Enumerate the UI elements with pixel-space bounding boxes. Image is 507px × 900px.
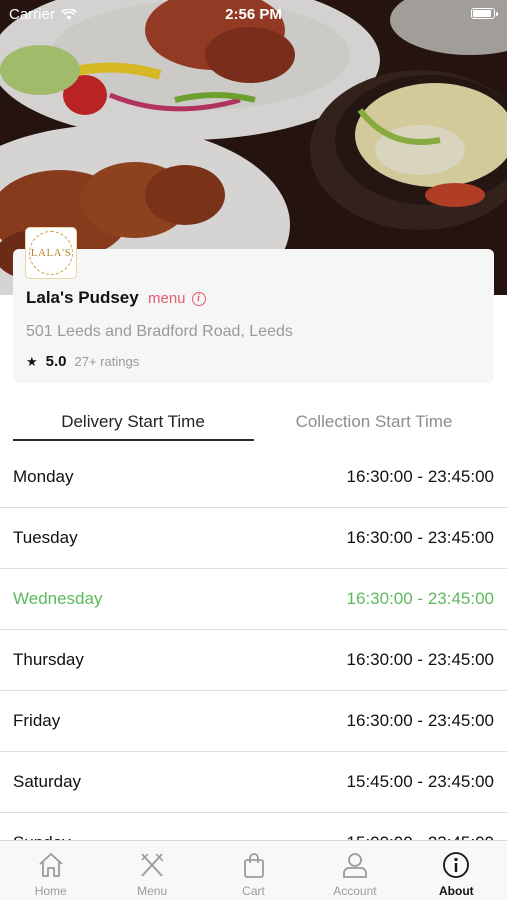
status-bar: Carrier 2:56 PM <box>0 0 507 28</box>
star-icon: ★ <box>26 354 38 369</box>
hours-label: 16:30:00 - 23:45:00 <box>346 650 494 669</box>
schedule-row-friday: Friday 16:30:00 - 23:45:00 <box>0 691 507 752</box>
logo-text: LALA'S <box>30 247 72 259</box>
tab-collection-start-time[interactable]: Collection Start Time <box>254 400 494 440</box>
status-time: 2:56 PM <box>225 6 282 23</box>
schedule-row-thursday: Thursday 16:30:00 - 23:45:00 <box>0 630 507 691</box>
schedule-row-saturday: Saturday 15:45:00 - 23:45:00 <box>0 752 507 813</box>
menu-link[interactable]: menu i <box>148 290 206 307</box>
day-label: Saturday <box>13 772 82 791</box>
fork-knife-icon <box>141 853 164 877</box>
restaurant-address: 501 Leeds and Bradford Road, Leeds <box>26 323 293 340</box>
restaurant-logo: LALA'S <box>26 228 76 278</box>
time-tabs: Delivery Start Time Collection Start Tim… <box>13 400 494 442</box>
schedule-row-wednesday: Wednesday 16:30:00 - 23:45:00 <box>0 569 507 630</box>
hours-label: 16:30:00 - 23:45:00 <box>346 528 494 547</box>
battery-icon <box>471 8 498 19</box>
tabbar-account-label: Account <box>333 884 377 898</box>
restaurant-name: Lala's Pudsey <box>26 288 139 307</box>
tabbar-home-label: Home <box>34 884 67 898</box>
logo-ring: LALA'S <box>29 231 73 275</box>
rating-row: ★ 5.0 27+ ratings <box>26 353 139 370</box>
user-icon <box>343 853 367 878</box>
opening-hours-list: Monday 16:30:00 - 23:45:00 Tuesday 16:30… <box>0 447 507 874</box>
hours-label: 16:30:00 - 23:45:00 <box>346 711 494 730</box>
tabbar-menu-label: Menu <box>137 884 168 898</box>
day-label: Thursday <box>13 650 84 669</box>
tab-delivery-start-time[interactable]: Delivery Start Time <box>13 400 253 440</box>
tabbar-menu[interactable]: Menu <box>101 841 202 900</box>
day-label: Monday <box>13 467 74 486</box>
tabbar-cart[interactable]: Cart <box>203 841 304 900</box>
day-label: Wednesday <box>13 589 103 608</box>
ratings-count: 27+ ratings <box>74 354 140 369</box>
day-label: Friday <box>13 711 61 730</box>
tabbar-cart-label: Cart <box>242 884 265 898</box>
restaurant-info-card: LALA'S Lala's Pudsey menu i 501 Leeds an… <box>13 228 494 383</box>
tabbar-home[interactable]: Home <box>0 841 101 900</box>
hours-label: 16:30:00 - 23:45:00 <box>346 467 494 486</box>
hours-label: 16:30:00 - 23:45:00 <box>346 589 494 608</box>
info-icon: i <box>191 291 206 306</box>
menu-link-label: menu <box>148 290 186 307</box>
bottom-tab-bar: Home Menu Cart Account About <box>0 840 507 900</box>
rating-value: 5.0 <box>45 353 67 370</box>
app-screen: Carrier 2:56 PM LALA'S Lala's Pudsey men… <box>0 0 507 900</box>
tabbar-about[interactable]: About <box>406 841 507 900</box>
info-icon <box>443 852 470 878</box>
tabbar-account[interactable]: Account <box>304 841 405 900</box>
tabbar-about-label: About <box>439 884 474 898</box>
hours-label: 15:45:00 - 23:45:00 <box>346 772 494 791</box>
shopping-bag-icon <box>243 853 264 878</box>
home-icon <box>39 853 63 877</box>
schedule-row-monday: Monday 16:30:00 - 23:45:00 <box>0 447 507 508</box>
schedule-row-tuesday: Tuesday 16:30:00 - 23:45:00 <box>0 508 507 569</box>
active-tab-underline <box>13 439 254 441</box>
day-label: Tuesday <box>13 528 78 547</box>
